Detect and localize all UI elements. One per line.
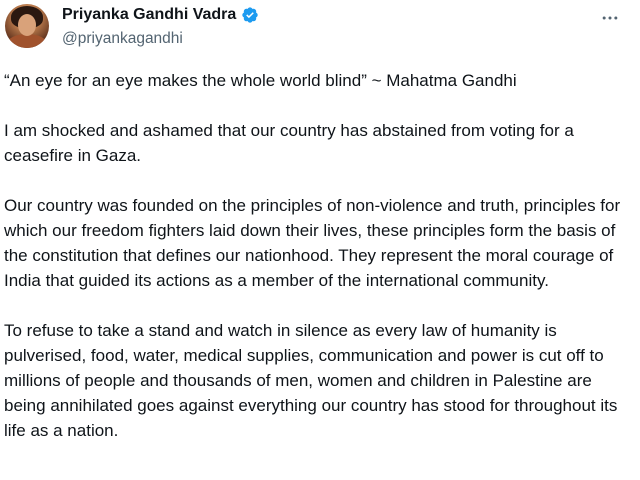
tweet-paragraph-quote: “An eye for an eye makes the whole world… [4, 71, 517, 90]
tweet-body: “An eye for an eye makes the whole world… [4, 68, 634, 468]
verified-badge-icon [242, 7, 258, 23]
avatar[interactable] [5, 4, 49, 48]
display-name[interactable]: Priyanka Gandhi Vadra [62, 6, 236, 24]
name-row: Priyanka Gandhi Vadra [62, 6, 259, 24]
tweet-paragraph: I am shocked and ashamed that our countr… [4, 121, 574, 165]
more-options-icon[interactable] [600, 8, 620, 28]
tweet: Priyanka Gandhi Vadra @priyankagandhi “A… [0, 0, 640, 480]
handle[interactable]: @priyankagandhi [62, 30, 183, 48]
tweet-paragraph: Our country was founded on the principle… [4, 196, 621, 290]
tweet-paragraph: To refuse to take a stand and watch in s… [4, 321, 618, 440]
